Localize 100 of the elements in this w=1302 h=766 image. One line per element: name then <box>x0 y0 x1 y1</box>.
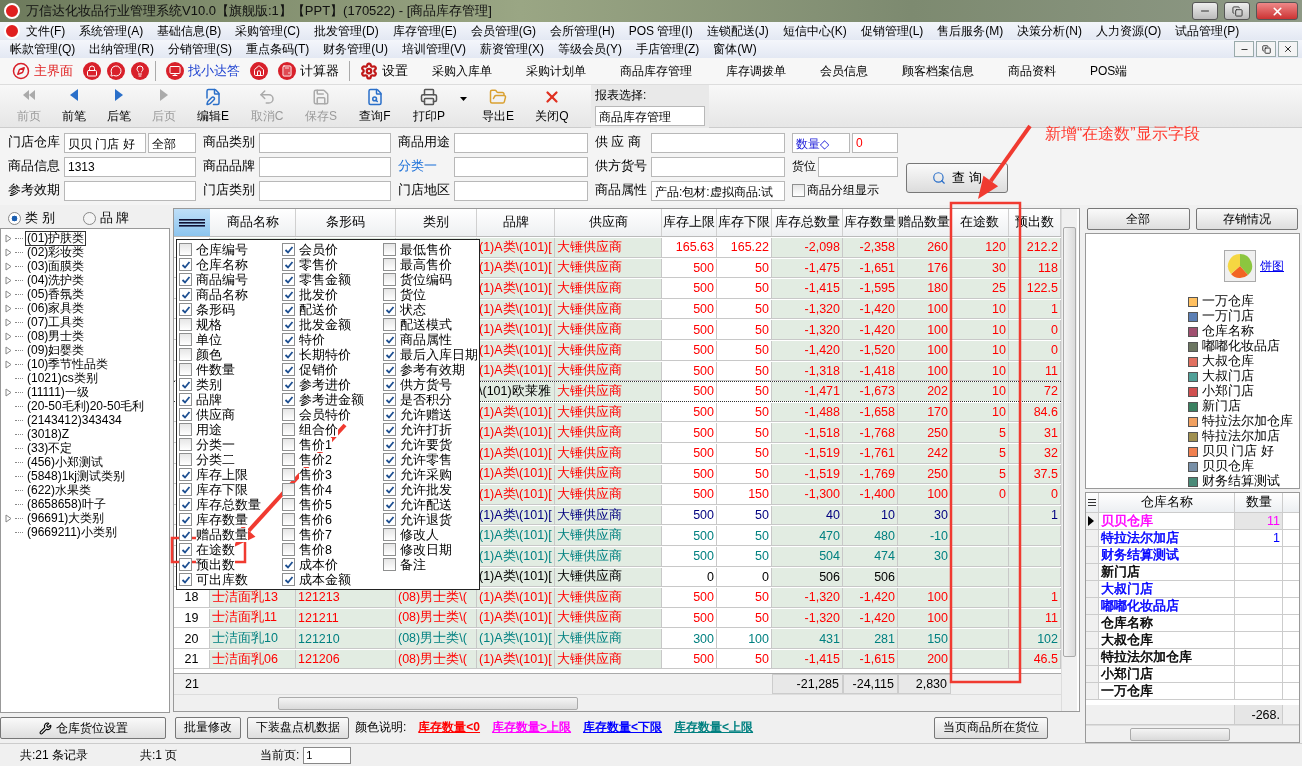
checkbox[interactable] <box>383 393 396 406</box>
tree-item[interactable]: (09)妇婴类 <box>25 342 87 358</box>
checkbox[interactable] <box>383 513 396 526</box>
checkbox[interactable] <box>383 288 396 301</box>
checkbox[interactable] <box>383 363 396 376</box>
column-header[interactable]: 库存上限 <box>662 209 717 236</box>
checkbox[interactable] <box>383 558 396 571</box>
menu-item[interactable]: 手店管理(Z) <box>630 40 708 58</box>
table-row[interactable]: 20 士洁面乳10 121210 (08)男士类\( (1)A类\(101)[ 大锤供应商 300 100 431 281 150 102 <box>174 628 1061 649</box>
menu-item[interactable]: 采购管理(C) <box>229 22 308 40</box>
expand-icon[interactable] <box>5 387 13 397</box>
tree-item[interactable]: (3018)Z <box>25 426 72 442</box>
checkbox[interactable] <box>179 513 192 526</box>
shortcut-link[interactable]: 设置 <box>382 62 408 80</box>
checkbox[interactable] <box>282 423 295 436</box>
column-header[interactable]: 在途数 <box>951 209 1009 236</box>
checkbox[interactable] <box>179 468 192 481</box>
filter-field[interactable] <box>64 180 196 201</box>
compare-select[interactable]: 数量◇ <box>792 132 850 153</box>
tree-item[interactable]: (33)不定 <box>25 440 75 456</box>
checkbox[interactable] <box>179 303 192 316</box>
menu-item[interactable]: 连锁配送(J) <box>700 22 777 40</box>
shortcut-link[interactable]: POS端 <box>1076 62 1142 80</box>
checkbox[interactable] <box>179 288 192 301</box>
checkbox[interactable] <box>282 453 295 466</box>
checkbox[interactable] <box>179 498 192 511</box>
toolbar-button[interactable]: 打印P <box>402 86 456 126</box>
filter-field[interactable]: 产品:包材:虚拟商品:试 <box>651 180 785 201</box>
lock-icon[interactable] <box>83 62 101 80</box>
checkbox[interactable] <box>282 513 295 526</box>
report-select-field[interactable]: 商品库存管理 <box>595 105 705 126</box>
pie-chart-icon[interactable] <box>1224 250 1256 282</box>
checkbox[interactable] <box>383 303 396 316</box>
column-header[interactable]: 类别 <box>396 209 477 236</box>
shortcut-link[interactable]: 商品库存管理 <box>606 62 706 80</box>
radio-button[interactable] <box>82 211 96 225</box>
color-legend-link[interactable]: 库存数量<0 <box>418 719 481 736</box>
filter-field[interactable] <box>454 180 588 201</box>
checkbox[interactable] <box>179 378 192 391</box>
column-header[interactable]: 库存数量 <box>843 209 898 236</box>
checkbox[interactable] <box>282 543 295 556</box>
checkbox[interactable] <box>282 288 295 301</box>
column-header[interactable]: 数量 <box>1235 493 1283 512</box>
checkbox[interactable] <box>282 273 295 286</box>
checkbox[interactable] <box>179 543 192 556</box>
checkbox[interactable] <box>282 528 295 541</box>
checkbox[interactable] <box>383 333 396 346</box>
tree-item[interactable]: (1021)cs类别 <box>25 370 100 386</box>
tree-item[interactable]: (06)家具类 <box>25 300 87 316</box>
checkbox[interactable] <box>383 453 396 466</box>
tree-item[interactable]: (8658658)叶子 <box>25 496 108 512</box>
checkbox[interactable] <box>383 483 396 496</box>
menu-item[interactable]: 会员管理(G) <box>464 22 544 40</box>
checkbox[interactable] <box>179 453 192 466</box>
chat-icon[interactable] <box>107 62 125 80</box>
scrollbar-thumb[interactable] <box>1063 227 1076 657</box>
checkbox[interactable] <box>179 573 192 586</box>
expand-icon[interactable] <box>5 513 13 523</box>
menu-item[interactable]: 文件(F) <box>20 22 74 40</box>
menu-item[interactable]: 会所管理(H) <box>544 22 623 40</box>
column-header[interactable]: 品牌 <box>477 209 555 236</box>
filter-field[interactable] <box>259 132 391 153</box>
tree-item[interactable]: (03)面膜类 <box>25 258 87 274</box>
tree-item[interactable]: (96691)大类别 <box>25 510 107 526</box>
shortcut-link[interactable]: 计算器 <box>300 62 339 80</box>
filter-field[interactable] <box>259 180 391 201</box>
menu-item[interactable]: 薪资管理(X) <box>474 40 552 58</box>
location-settings-button[interactable]: 仓库货位设置 <box>0 717 166 739</box>
location-button[interactable]: 当页商品所在货位 <box>934 716 1048 739</box>
pie-chart-link[interactable]: 饼图 <box>1260 257 1284 275</box>
checkbox[interactable] <box>179 438 192 451</box>
menu-item[interactable]: 帐款管理(Q) <box>4 40 84 58</box>
checkbox[interactable] <box>179 243 192 256</box>
shortcut-link[interactable]: 商品资料 <box>994 62 1070 80</box>
menu-item[interactable]: 基础信息(B) <box>151 22 230 40</box>
checkbox[interactable] <box>179 408 192 421</box>
toolbar-button[interactable]: 前笔 <box>51 86 96 126</box>
toolbar-button[interactable]: 后笔 <box>96 86 141 126</box>
checkbox[interactable] <box>179 363 192 376</box>
menu-item[interactable]: 售后服务(M) <box>931 22 1012 40</box>
checkbox[interactable] <box>282 363 295 376</box>
close-button[interactable] <box>1278 41 1298 57</box>
toolbar-button[interactable]: 查询F <box>348 86 402 126</box>
shortcut-link[interactable]: 顾客档案信息 <box>888 62 988 80</box>
scrollbar-thumb[interactable] <box>1130 727 1230 741</box>
tree-item[interactable]: (20-50毛利)20-50毛利 <box>25 398 147 414</box>
checkbox[interactable] <box>179 273 192 286</box>
tree-item[interactable]: (01)护肤类 <box>25 230 87 246</box>
checkbox[interactable] <box>179 558 192 571</box>
checkbox[interactable] <box>383 273 396 286</box>
checkbox[interactable] <box>282 558 295 571</box>
tree-item[interactable]: (11111)一级 <box>25 384 91 400</box>
menu-item[interactable]: 分销管理(S) <box>162 40 240 58</box>
shortcut-link[interactable]: 会员信息 <box>806 62 882 80</box>
checkbox[interactable] <box>282 468 295 481</box>
menu-item[interactable]: 出纳管理(R) <box>83 40 162 58</box>
filter-field[interactable] <box>454 132 588 153</box>
checkbox[interactable] <box>383 318 396 331</box>
toolbar-button[interactable]: 编辑E <box>186 86 240 126</box>
scrollbar-thumb[interactable] <box>278 696 578 710</box>
